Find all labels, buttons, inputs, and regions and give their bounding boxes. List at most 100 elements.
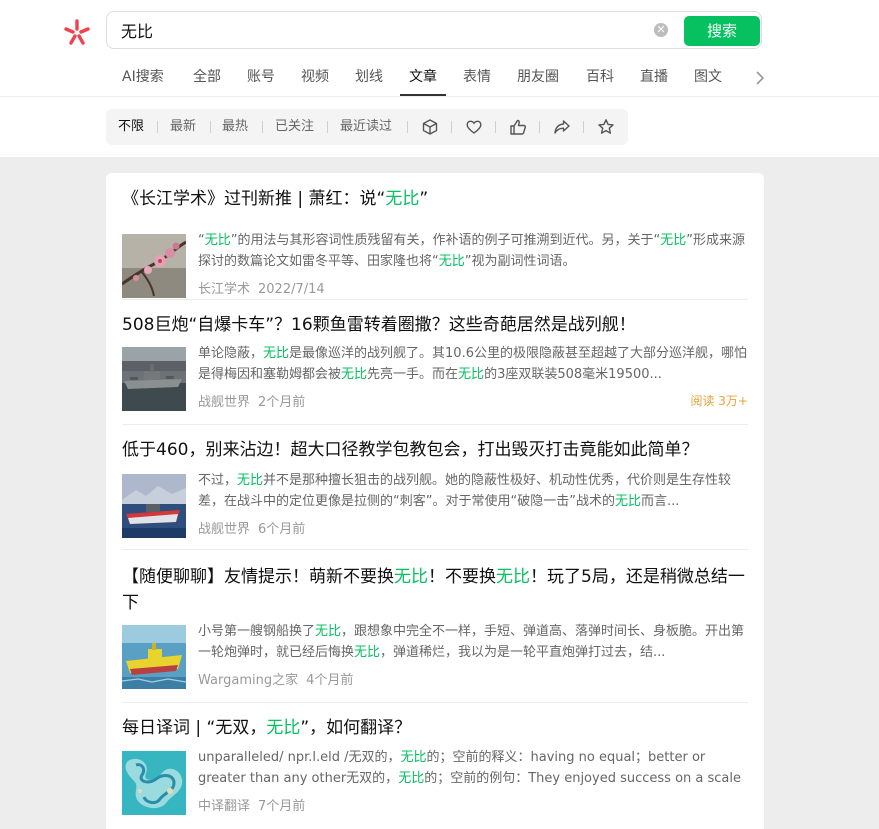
result-date: 6个月前: [258, 522, 306, 537]
result-date: 2个月前: [258, 395, 306, 410]
result-title[interactable]: 508巨炮“自爆卡车”？16颗鱼雷转着圈撒？这些奇葩居然是战列舰！: [122, 312, 748, 338]
read-count-badge: 阅读 3万+: [690, 394, 748, 408]
box-icon[interactable]: [421, 118, 439, 136]
text-segment: 低于460，别来沾边！超大口径教学包教包会，打出毁灭打击竟能如此简单？: [122, 440, 699, 460]
result-meta: 战舰世界 6个月前: [198, 518, 313, 537]
thumbs-up-icon[interactable]: [509, 118, 527, 136]
text-segment: ”的用法与其形容词性质残留有关，作补语的例子可推溯到近代。另，关于“: [230, 233, 661, 248]
keyword-highlight: 无比: [204, 233, 231, 248]
keyword-highlight: 无比: [341, 367, 368, 382]
text-segment: 每日译词 | “无双，: [122, 718, 267, 738]
result-title[interactable]: 《长江学术》过刊新推 | 萧红：说“无比”: [122, 186, 748, 212]
filter-divider: [451, 121, 452, 133]
filter-recently-read[interactable]: 最近读过: [340, 109, 392, 145]
filter-divider: [210, 121, 211, 133]
text-segment: 单论隐蔽，: [198, 346, 264, 361]
tab-videos[interactable]: 视频: [301, 60, 329, 95]
tab-moments[interactable]: 朋友圈: [517, 60, 559, 95]
search-box: ✕ 搜索: [106, 11, 762, 49]
result-snippet: 小号第一艘钢船换了无比，跟想象中完全不一样，手短、弹道高、落弹时间长、身板脆。开…: [198, 621, 748, 663]
result-source[interactable]: 战舰世界: [198, 395, 250, 410]
result-date: 7个月前: [258, 799, 306, 814]
filter-divider: [262, 121, 263, 133]
filter-divider: [327, 121, 328, 133]
result-thumbnail[interactable]: [122, 625, 186, 689]
tab-underlines[interactable]: 划线: [355, 60, 383, 95]
keyword-highlight: 无比: [315, 624, 342, 639]
result-snippet: unparalleled/ npr.l.eld /无双的，无比的；空前的释义：h…: [198, 747, 748, 789]
text-segment: 先亮一手。而在: [367, 367, 459, 382]
keyword-highlight: 无比: [394, 567, 428, 587]
result-item[interactable]: 每日译词 | “无双，无比”，如何翻译？ unparalleled/ npr.l…: [122, 715, 748, 820]
tab-stickers[interactable]: 表情: [463, 60, 491, 95]
result-meta: 中译翻译 7个月前: [198, 795, 313, 814]
search-button[interactable]: 搜索: [684, 16, 760, 46]
tab-live[interactable]: 直播: [640, 60, 668, 95]
result-thumbnail[interactable]: [122, 751, 186, 815]
result-source[interactable]: 中译翻译: [198, 799, 250, 814]
text-segment: “: [198, 233, 205, 248]
result-thumbnail[interactable]: [122, 234, 186, 298]
result-thumbnail[interactable]: [122, 347, 186, 411]
filter-unlimited[interactable]: 不限: [118, 109, 144, 145]
text-segment: 不过，: [198, 473, 238, 488]
filter-divider: [539, 121, 540, 133]
text-segment: 508巨炮“自爆卡车”？16颗鱼雷转着圈撒？这些奇葩居然是战列舰！: [122, 315, 636, 335]
result-meta: 长江学术 2022/7/14: [198, 278, 333, 297]
result-item[interactable]: 《长江学术》过刊新推 | 萧红：说“无比” “无比”的用法与其形容词性质残留有关…: [122, 186, 748, 298]
keyword-highlight: 无比: [438, 254, 465, 269]
filter-newest[interactable]: 最新: [170, 109, 196, 145]
result-item[interactable]: 【随便聊聊】友情提示！萌新不要换无比！不要换无比！玩了5局，还是稍微总结一下 小…: [122, 564, 748, 694]
tab-encyclopedia[interactable]: 百科: [586, 60, 614, 95]
result-title[interactable]: 低于460，别来沾边！超大口径教学包教包会，打出毁灭打击竟能如此简单？: [122, 437, 748, 463]
clear-icon[interactable]: ✕: [654, 23, 668, 37]
heart-icon[interactable]: [465, 118, 483, 136]
tab-all[interactable]: 全部: [193, 60, 221, 95]
filter-bar: 不限 最新 最热 已关注 最近读过: [106, 109, 628, 145]
result-date: 2022/7/14: [258, 282, 325, 297]
text-segment: unparalleled/ npr.l.eld /无双的，: [198, 750, 401, 765]
keyword-highlight: 无比: [237, 473, 264, 488]
result-title[interactable]: 每日译词 | “无双，无比”，如何翻译？: [122, 715, 748, 741]
divider: [0, 96, 879, 97]
keyword-highlight: 无比: [385, 189, 420, 209]
filter-divider: [583, 121, 584, 133]
text-segment: ”: [419, 189, 429, 209]
share-icon[interactable]: [553, 118, 571, 136]
keyword-highlight: 无比: [496, 567, 530, 587]
text-segment: 小号第一艘钢船换了: [198, 624, 316, 639]
text-segment: 【随便聊聊】友情提示！萌新不要换: [122, 567, 394, 587]
result-item[interactable]: 低于460，别来沾边！超大口径教学包教包会，打出毁灭打击竟能如此简单？ 不过，无…: [122, 437, 748, 542]
result-divider: [122, 424, 748, 425]
result-title[interactable]: 【随便聊聊】友情提示！萌新不要换无比！不要换无比！玩了5局，还是稍微总结一下: [122, 564, 748, 616]
result-snippet: 单论隐蔽，无比是最像巡洋的战列舰了。其10.6公里的极限隐蔽甚至超越了大部分巡洋…: [198, 343, 748, 385]
text-segment: ，弹道稀烂，我以为是一轮平直炮弹打过去，结...: [380, 645, 666, 660]
filter-divider: [157, 121, 158, 133]
result-thumbnail[interactable]: [122, 474, 186, 538]
result-source[interactable]: Wargaming之家: [198, 673, 298, 688]
search-input[interactable]: [121, 20, 621, 39]
tab-image-text[interactable]: 图文: [694, 60, 722, 95]
filter-hottest[interactable]: 最热: [222, 109, 248, 145]
keyword-highlight: 无比: [266, 718, 301, 738]
filter-divider: [407, 121, 408, 133]
result-date: 4个月前: [306, 673, 354, 688]
chevron-right-icon[interactable]: [755, 70, 765, 86]
result-item[interactable]: 508巨炮“自爆卡车”？16颗鱼雷转着圈撒？这些奇葩居然是战列舰！ 单论隐蔽， 无…: [122, 312, 748, 417]
tab-accounts[interactable]: 账号: [247, 60, 275, 95]
result-divider: [122, 299, 748, 300]
result-meta: Wargaming之家 4个月前: [198, 669, 361, 688]
keyword-highlight: 无比: [398, 771, 425, 786]
result-source[interactable]: 长江学术: [198, 282, 250, 297]
star-icon[interactable]: [597, 118, 615, 136]
result-source[interactable]: 战舰世界: [198, 522, 250, 537]
search-logo-icon: [64, 19, 90, 45]
keyword-highlight: 无比: [614, 494, 641, 509]
tab-ai-search[interactable]: AI搜索: [122, 60, 164, 95]
filter-followed[interactable]: 已关注: [275, 109, 314, 145]
text-segment: 而言...: [640, 494, 680, 509]
text-segment: 的3座双联装508毫米19500...: [484, 367, 662, 382]
keyword-highlight: 无比: [400, 750, 427, 765]
filter-divider: [495, 121, 496, 133]
tab-articles[interactable]: 文章: [400, 60, 446, 96]
